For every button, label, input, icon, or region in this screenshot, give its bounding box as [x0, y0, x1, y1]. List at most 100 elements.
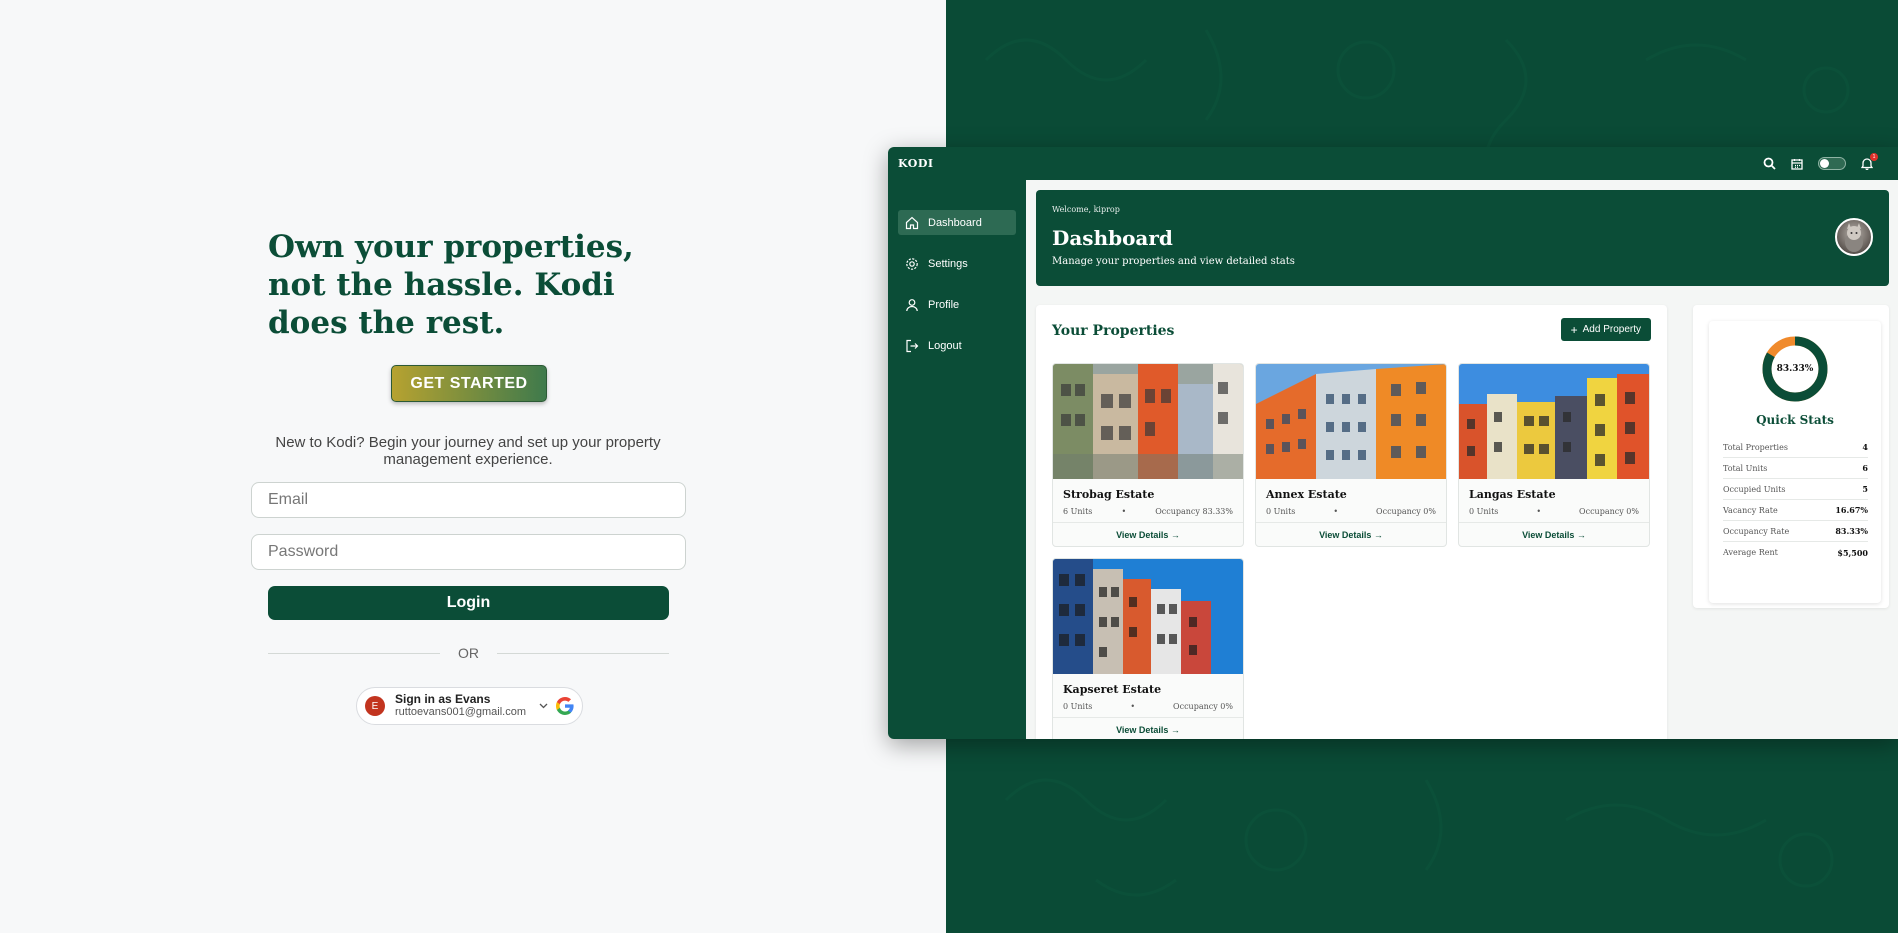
property-name: Kapseret Estate [1063, 683, 1162, 696]
page-subtitle: Manage your properties and view detailed… [1052, 256, 1295, 267]
sidebar-item-label: Profile [928, 298, 960, 311]
plus-icon: + [1570, 322, 1578, 337]
view-details-link[interactable]: View Details → [1053, 522, 1243, 546]
meta-separator: • [1536, 507, 1542, 516]
stat-row: Occupancy Rate 83.33% [1723, 521, 1868, 542]
property-name: Langas Estate [1469, 488, 1556, 501]
quick-stats-list: Total Properties 4 Total Units 6 Occupied … [1723, 437, 1868, 563]
property-image [1459, 364, 1649, 479]
stat-label: Total Properties [1723, 442, 1788, 452]
stat-row: Average Rent $5,500 [1723, 542, 1868, 563]
login-button[interactable]: Login [268, 586, 669, 620]
divider-line [268, 652, 440, 654]
stat-value: 6 [1862, 463, 1868, 473]
stat-label: Occupied Units [1723, 484, 1786, 494]
sidebar-item-label: Dashboard [928, 216, 982, 229]
app-topbar: KODI 1 [888, 147, 1898, 180]
chevron-down-icon[interactable] [539, 701, 548, 712]
properties-panel: Your Properties + Add Property Strobag E… [1036, 305, 1667, 739]
property-units: 0 Units [1266, 507, 1296, 516]
meta-separator: • [1130, 702, 1136, 711]
view-details-link[interactable]: View Details → [1053, 717, 1243, 739]
property-units: 6 Units [1063, 507, 1093, 516]
sidebar-item-profile[interactable]: Profile [898, 292, 1016, 317]
logout-icon [904, 338, 920, 354]
topbar-actions: 1 [1762, 152, 1878, 171]
quick-stats-title: Quick Stats [1756, 413, 1834, 427]
property-meta: 0 Units • Occupancy 0% [1256, 501, 1446, 516]
property-meta: 0 Units • Occupancy 0% [1459, 501, 1649, 516]
stat-value: 83.33% [1835, 526, 1868, 536]
property-card[interactable]: Langas Estate 0 Units • Occupancy 0% Vie… [1458, 363, 1650, 547]
google-sign-in-button[interactable]: E Sign in as Evans ruttoevans001@gmail.c… [356, 687, 583, 725]
stat-row: Total Properties 4 [1723, 437, 1868, 458]
sidebar-item-dashboard[interactable]: Dashboard [898, 210, 1016, 235]
add-property-button[interactable]: + Add Property [1560, 318, 1651, 341]
search-icon[interactable] [1762, 157, 1776, 171]
dashboard-preview: KODI 1 Dashboard Settings Profile Logout… [888, 147, 1898, 739]
property-units: 0 Units [1063, 702, 1093, 711]
view-details-link[interactable]: View Details → [1256, 522, 1446, 546]
login-panel: Own your properties, not the hassle. Kod… [0, 0, 946, 933]
stat-row: Vacancy Rate 16.67% [1723, 500, 1868, 521]
dashboard-hero: Welcome, kiprop Dashboard Manage your pr… [1036, 190, 1889, 286]
app-brand: KODI [898, 157, 934, 170]
stat-value: 16.67% [1835, 505, 1868, 515]
welcome-text: Welcome, kiprop [1052, 205, 1120, 214]
gear-icon [904, 256, 920, 272]
stat-row: Total Units 6 [1723, 458, 1868, 479]
or-label: OR [458, 645, 479, 661]
property-image [1053, 364, 1243, 479]
stat-label: Total Units [1723, 463, 1768, 473]
stat-value: $5,500 [1837, 547, 1868, 558]
property-occupancy: Occupancy 0% [1376, 507, 1436, 516]
stat-label: Average Rent [1723, 548, 1778, 557]
google-account-info: Sign in as Evans ruttoevans001@gmail.com [395, 693, 539, 719]
divider-line [497, 652, 669, 654]
property-occupancy: Occupancy 83.33% [1155, 507, 1233, 516]
stat-label: Vacancy Rate [1723, 505, 1778, 515]
google-account-avatar: E [365, 696, 385, 716]
quick-stats-card: 83.33% Quick Stats Total Properties 4 Tot… [1709, 321, 1881, 603]
property-card[interactable]: Strobag Estate 6 Units • Occupancy 83.33… [1052, 363, 1244, 547]
notification-badge: 1 [1870, 152, 1878, 161]
sidebar-item-settings[interactable]: Settings [898, 251, 1016, 276]
view-details-link[interactable]: View Details → [1459, 522, 1649, 546]
property-image [1256, 364, 1446, 479]
property-card[interactable]: Kapseret Estate 0 Units • Occupancy 0% V… [1052, 558, 1244, 739]
stat-row: Occupied Units 5 [1723, 479, 1868, 500]
or-divider: OR [268, 643, 669, 663]
stat-value: 5 [1862, 484, 1868, 494]
property-occupancy: Occupancy 0% [1579, 507, 1639, 516]
hero-headline: Own your properties, not the hassle. Kod… [268, 229, 634, 341]
sidebar-item-label: Settings [928, 257, 968, 270]
google-logo-icon [556, 697, 574, 715]
sidebar-item-label: Logout [928, 339, 962, 352]
property-units: 0 Units [1469, 507, 1499, 516]
bell-icon[interactable]: 1 [1860, 152, 1878, 171]
app-sidebar: Dashboard Settings Profile Logout [888, 180, 1026, 739]
app-content: Welcome, kiprop Dashboard Manage your pr… [1026, 180, 1898, 739]
password-field[interactable] [251, 534, 686, 570]
intro-text: New to Kodi? Begin your journey and set … [275, 434, 661, 468]
user-icon [904, 297, 920, 313]
calendar-icon[interactable] [1790, 157, 1804, 171]
property-card[interactable]: Annex Estate 0 Units • Occupancy 0% View… [1255, 363, 1447, 547]
property-name: Annex Estate [1266, 488, 1347, 501]
stat-value: 4 [1862, 442, 1868, 452]
property-occupancy: Occupancy 0% [1173, 702, 1233, 711]
email-field[interactable] [251, 482, 686, 518]
add-property-label: Add Property [1582, 324, 1641, 335]
property-meta: 0 Units • Occupancy 0% [1053, 696, 1243, 711]
property-meta: 6 Units • Occupancy 83.33% [1053, 501, 1243, 516]
property-name: Strobag Estate [1063, 488, 1155, 501]
home-icon [904, 215, 920, 231]
get-started-button[interactable]: GET STARTED [391, 365, 547, 402]
avatar[interactable] [1835, 218, 1873, 256]
sidebar-item-logout[interactable]: Logout [898, 333, 1016, 358]
google-account-name: Sign in as Evans [395, 692, 491, 706]
page-title: Dashboard [1052, 226, 1173, 250]
meta-separator: • [1333, 507, 1339, 516]
google-account-email: ruttoevans001@gmail.com [395, 706, 527, 718]
theme-toggle[interactable] [1818, 157, 1846, 170]
